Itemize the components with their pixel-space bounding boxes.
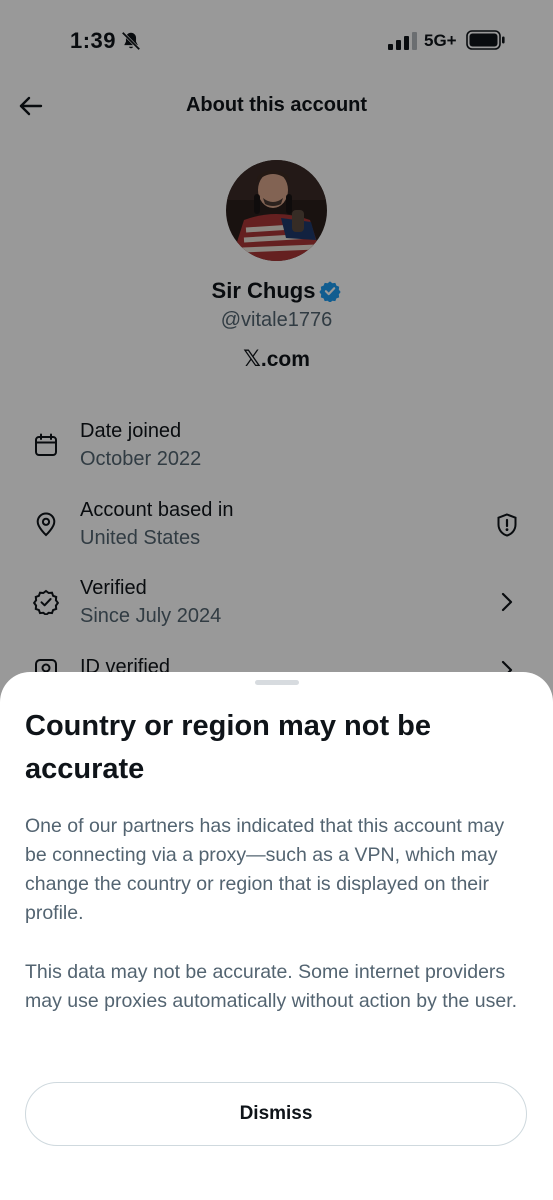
sheet-paragraph-1: One of our partners has indicated that t… [25,815,505,924]
dismiss-button[interactable]: Dismiss [25,1082,527,1146]
sheet-title: Country or region may not be accurate [25,710,432,785]
sheet-paragraph-2: This data may not be accurate. Some inte… [25,961,518,1012]
bottom-sheet: Country or region may not be accurate On… [0,672,553,1200]
sheet-grabber[interactable] [255,680,299,685]
